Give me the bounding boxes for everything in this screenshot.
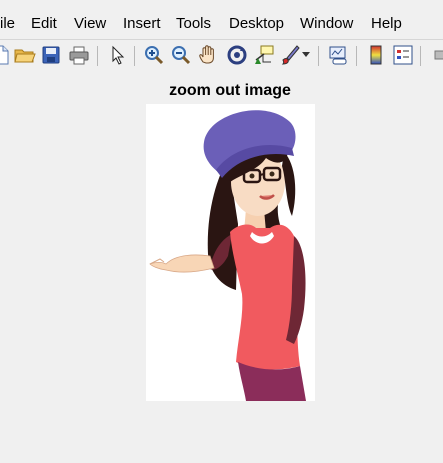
print-icon[interactable] (68, 44, 90, 66)
colorbar-icon[interactable] (365, 44, 387, 66)
new-file-icon[interactable] (0, 44, 12, 66)
data-cursor-icon[interactable] (253, 44, 275, 66)
menu-file[interactable]: ile (0, 0, 15, 40)
menu-view[interactable]: View (74, 0, 106, 40)
menu-help[interactable]: Help (371, 0, 402, 40)
open-folder-icon[interactable] (14, 44, 36, 66)
brush-icon[interactable] (279, 44, 301, 66)
zoom-out-icon[interactable] (170, 44, 192, 66)
toolbar-separator (356, 46, 357, 66)
toolbar-separator (318, 46, 319, 66)
figure-toolbar (0, 40, 443, 72)
rotate-3d-icon[interactable] (226, 44, 248, 66)
legend-icon[interactable] (392, 44, 414, 66)
menu-bar: ile Edit View Insert Tools Desktop Windo… (0, 0, 443, 40)
toolbar-separator (134, 46, 135, 66)
menu-insert[interactable]: Insert (123, 0, 161, 40)
hide-tools-icon[interactable] (428, 44, 443, 66)
toolbar-separator (420, 46, 421, 66)
save-icon[interactable] (40, 44, 62, 66)
link-plot-icon[interactable] (327, 44, 349, 66)
menu-tools[interactable]: Tools (176, 0, 211, 40)
menu-desktop[interactable]: Desktop (229, 0, 284, 40)
zoom-in-icon[interactable] (143, 44, 165, 66)
menu-window[interactable]: Window (300, 0, 353, 40)
pointer-icon[interactable] (106, 44, 128, 66)
axes-image[interactable] (146, 104, 315, 401)
pan-hand-icon[interactable] (197, 44, 219, 66)
toolbar-separator (97, 46, 98, 66)
figure-title: zoom out image (169, 82, 291, 99)
chevron-down-icon[interactable] (300, 44, 312, 66)
menu-edit[interactable]: Edit (31, 0, 57, 40)
cartoon-girl-image (149, 110, 306, 401)
